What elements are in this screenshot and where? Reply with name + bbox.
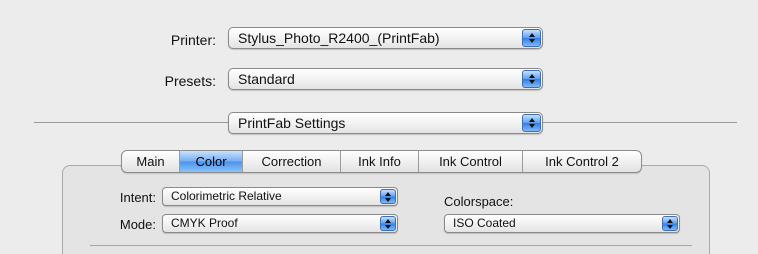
tab-correction[interactable]: Correction <box>243 151 341 172</box>
presets-value: Standard <box>238 71 295 87</box>
colorspace-value: ISO Coated <box>453 216 516 230</box>
separator-right <box>543 122 737 123</box>
colorspace-label: Colorspace: <box>444 194 514 209</box>
intent-popup[interactable]: Colorimetric Relative <box>162 187 398 206</box>
stepper-arrows-icon <box>380 216 396 231</box>
mode-label: Mode: <box>119 217 156 232</box>
panel-separator <box>90 245 692 246</box>
printer-value: Stylus_Photo_R2400_(PrintFab) <box>238 30 440 46</box>
intent-label: Intent: <box>119 190 156 205</box>
stepper-arrows-icon <box>522 114 541 132</box>
stepper-arrows-icon <box>662 216 678 231</box>
stepper-arrows-icon <box>522 29 541 47</box>
printer-popup[interactable]: Stylus_Photo_R2400_(PrintFab) <box>228 27 543 49</box>
stepper-arrows-icon <box>522 70 541 88</box>
tab-ink-info[interactable]: Ink Info <box>341 151 419 172</box>
presets-label: Presets: <box>164 73 216 89</box>
color-panel <box>62 165 710 254</box>
tab-bar: Main Color Correction Ink Info Ink Contr… <box>121 150 642 173</box>
mode-popup[interactable]: CMYK Proof <box>162 214 398 233</box>
tab-color[interactable]: Color <box>180 151 243 172</box>
mode-value: CMYK Proof <box>171 216 238 230</box>
settings-section-value: PrintFab Settings <box>238 115 346 131</box>
printer-label: Printer: <box>170 32 216 48</box>
intent-value: Colorimetric Relative <box>171 189 282 203</box>
colorspace-popup[interactable]: ISO Coated <box>444 214 680 233</box>
settings-section-popup[interactable]: PrintFab Settings <box>228 112 543 134</box>
tab-ink-control-2[interactable]: Ink Control 2 <box>523 151 641 172</box>
stepper-arrows-icon <box>380 189 396 204</box>
tab-ink-control[interactable]: Ink Control <box>419 151 523 172</box>
separator-left <box>34 122 228 123</box>
tab-main[interactable]: Main <box>122 151 180 172</box>
presets-popup[interactable]: Standard <box>228 68 543 90</box>
